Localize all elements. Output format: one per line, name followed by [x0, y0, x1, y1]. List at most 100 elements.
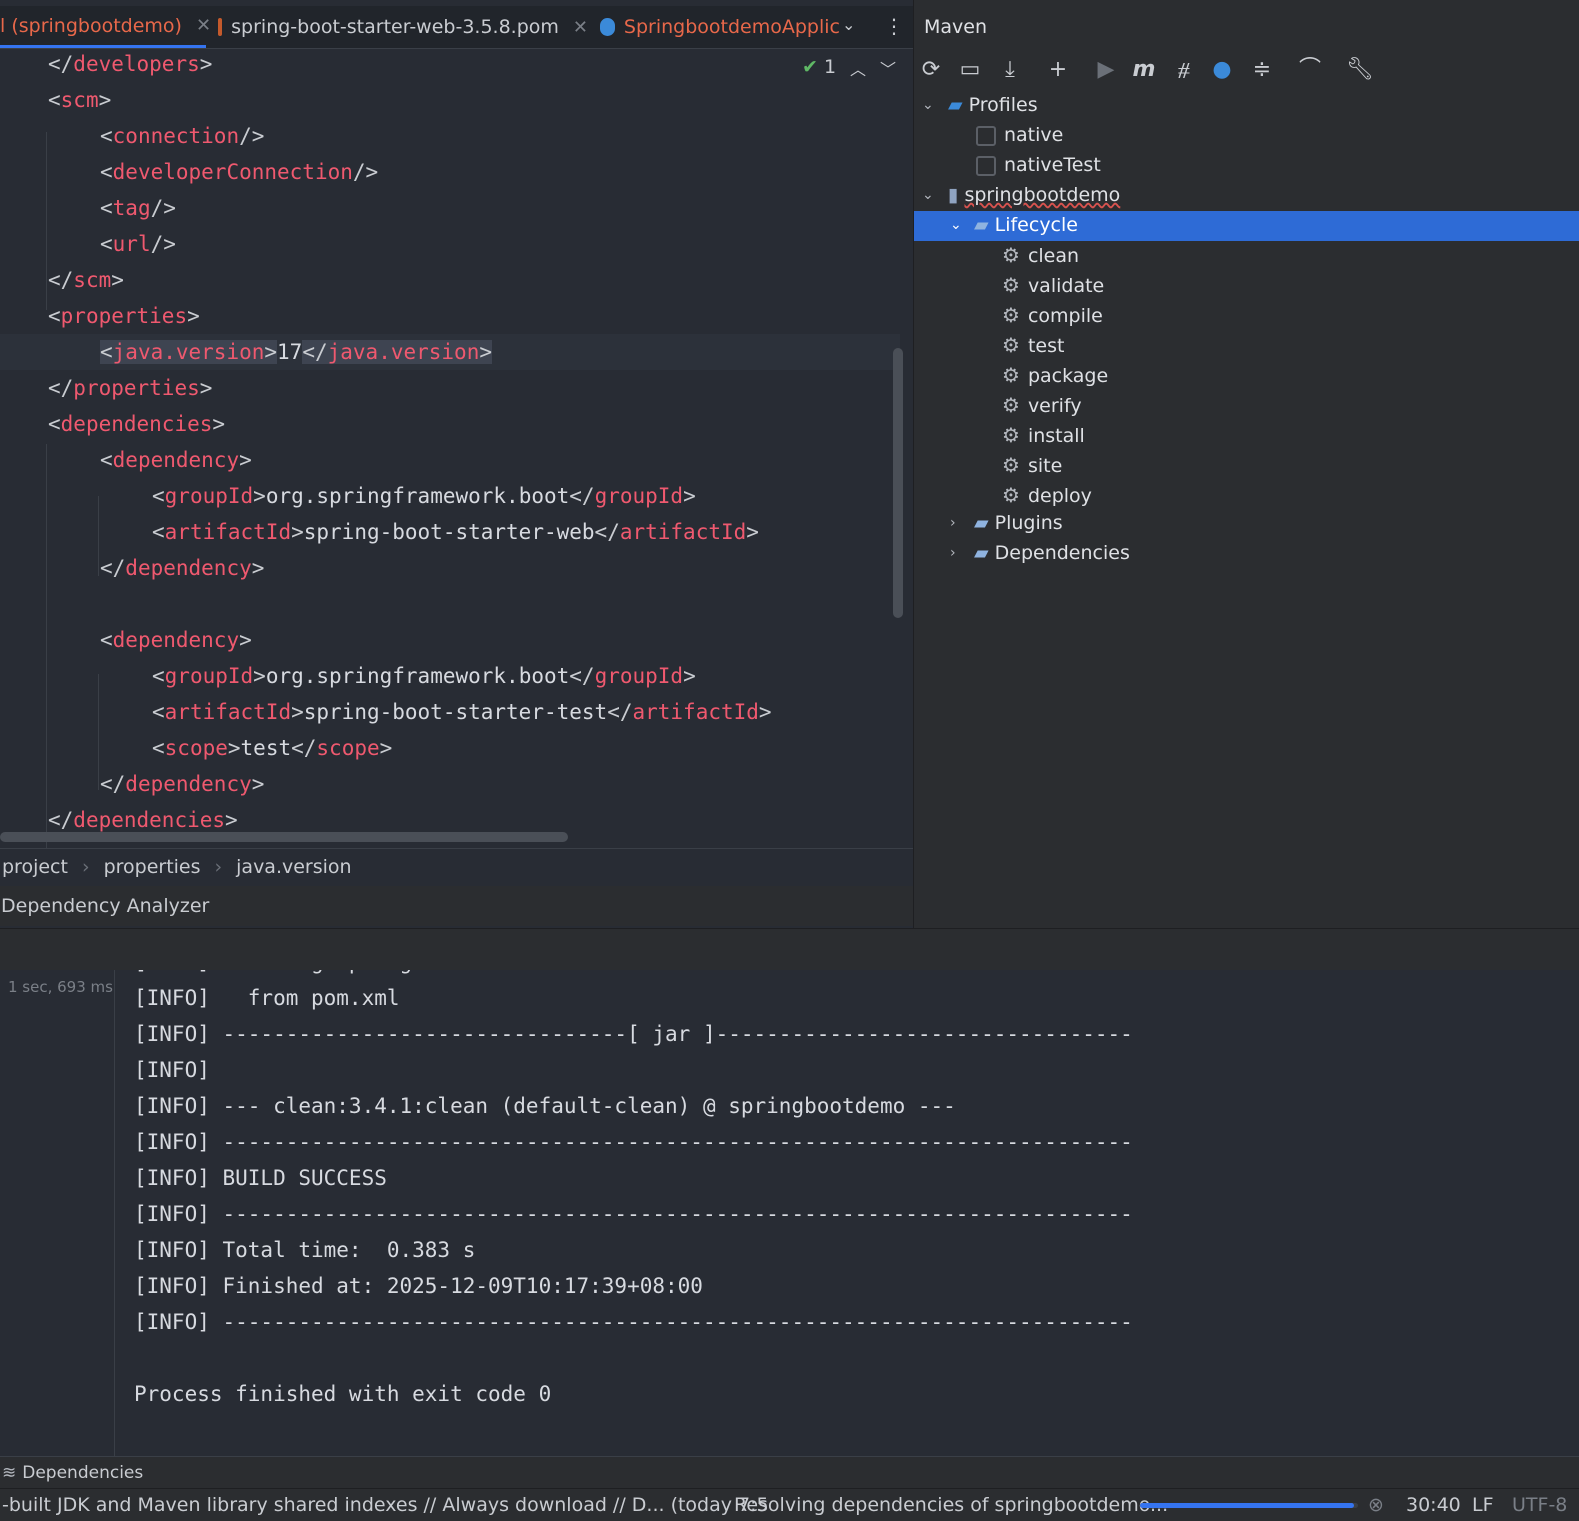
code-token: </: [302, 340, 328, 364]
tree-label: clean: [1027, 245, 1080, 267]
code-token: >: [212, 412, 226, 436]
code-line: <scope>test</scope>: [152, 730, 392, 766]
lifecycle-goal-install[interactable]: ⚙ install: [1002, 420, 1085, 450]
code-line: <url/>: [100, 226, 176, 262]
tab-starter-web-pom[interactable]: spring-boot-starter-web-3.5.8.pom ✕: [218, 6, 588, 48]
breadcrumb-java-version[interactable]: java.version: [236, 856, 351, 878]
code-token: org.springframework.boot: [265, 664, 570, 688]
lifecycle-goal-validate[interactable]: ⚙ validate: [1002, 270, 1104, 300]
background-task-label[interactable]: Resolving dependencies of springbootdemo…: [734, 1489, 1168, 1521]
indent-guide: [98, 674, 99, 790]
dependencies-tool-tab[interactable]: ≋ Dependencies: [0, 1456, 1579, 1489]
code-token: dependencies: [73, 808, 226, 832]
lightning-icon[interactable]: ●: [1208, 56, 1236, 84]
code-token: artifactId: [164, 700, 292, 724]
tab-label: SpringbootdemoApplic: [623, 16, 840, 38]
chevron-right-icon[interactable]: ›: [950, 515, 956, 531]
tree-label: site: [1027, 455, 1063, 477]
checkbox[interactable]: [976, 125, 996, 146]
gear-icon: ⚙: [1002, 483, 1020, 507]
download-icon[interactable]: ⤓: [996, 56, 1024, 84]
lifecycle-goal-verify[interactable]: ⚙ verify: [1002, 390, 1082, 420]
breadcrumb-project[interactable]: project: [2, 856, 68, 878]
collapse-icon[interactable]: ≑: [1248, 56, 1276, 84]
dependencies-tab-label: Dependencies: [22, 1463, 144, 1483]
status-notification[interactable]: -built JDK and Maven library shared inde…: [2, 1489, 769, 1521]
code-token: >: [253, 484, 266, 508]
code-token: >: [683, 664, 696, 688]
tree-label: nativeTest: [1004, 154, 1101, 176]
tree-node-plugins[interactable]: ▰ Plugins: [974, 508, 1063, 538]
code-token: scm: [60, 88, 99, 112]
toggle-offline-icon[interactable]: ⧣: [1170, 56, 1198, 84]
tab-application-class[interactable]: SpringbootdemoApplic: [600, 6, 840, 48]
tree-node-project[interactable]: ▮ springbootdemo: [948, 180, 1120, 210]
tree-node-dependencies[interactable]: ▰ Dependencies: [974, 538, 1130, 568]
vertical-scrollbar[interactable]: [893, 348, 903, 618]
profile-native[interactable]: native: [976, 120, 1063, 150]
code-token: >: [239, 448, 252, 472]
code-area[interactable]: </developers> <scm> <connection/> <develope…: [0, 48, 900, 854]
lifecycle-goal-clean[interactable]: ⚙ clean: [1002, 240, 1079, 270]
tree-label: Plugins: [994, 512, 1063, 534]
code-token: </: [594, 520, 620, 544]
code-line: <connection/>: [100, 118, 264, 154]
lifecycle-goal-deploy[interactable]: ⚙ deploy: [1002, 480, 1092, 510]
add-icon[interactable]: +: [1044, 56, 1072, 84]
code-token: <: [152, 664, 165, 688]
breadcrumb-separator: ›: [81, 856, 90, 878]
gear-icon: ⚙: [1002, 303, 1020, 327]
chevron-down-icon[interactable]: ⌄: [922, 187, 934, 203]
lifecycle-goal-package[interactable]: ⚙ package: [1002, 360, 1108, 390]
maven-title: Maven: [924, 16, 988, 38]
run-elapsed-time: 1 sec, 693 ms: [8, 978, 113, 996]
run-icon[interactable]: ▶: [1092, 56, 1120, 84]
maven-m-icon[interactable]: m: [1130, 56, 1158, 84]
tree-label: verify: [1027, 395, 1082, 417]
code-token: >: [239, 628, 252, 652]
run-console[interactable]: 1 sec, 693 ms [INFO] Building springboot…: [0, 970, 1579, 1456]
close-icon[interactable]: ✕: [196, 15, 211, 36]
chevron-down-icon[interactable]: ⌄: [842, 15, 855, 34]
cancel-task-icon[interactable]: ⊗: [1368, 1489, 1384, 1521]
console-line: [INFO] --------------------------------[…: [134, 1022, 1133, 1046]
chevron-down-icon[interactable]: ⌄: [950, 217, 962, 233]
caret-position[interactable]: 30:40: [1406, 1489, 1461, 1521]
lifecycle-goal-compile[interactable]: ⚙ compile: [1002, 300, 1103, 330]
chevron-down-icon[interactable]: ⌄: [922, 97, 934, 113]
previous-highlight-icon[interactable]: ︿: [850, 56, 866, 80]
code-token: >: [251, 556, 265, 580]
code-line: <dependency>: [100, 622, 252, 658]
tree-node-profiles[interactable]: ▰ Profiles: [948, 90, 1038, 120]
checkbox[interactable]: [976, 155, 996, 176]
file-encoding[interactable]: UTF-8: [1512, 1489, 1567, 1521]
dependency-analyzer-tab[interactable]: Dependency Analyzer: [0, 886, 913, 926]
maven-tool-window[interactable]: Maven ⟳ ▭ ⤓ + ▶ m ⧣ ● ≑ ⌒ 🔧︎ ⌄ ▰ Profiles…: [913, 0, 1579, 928]
status-bar: -built JDK and Maven library shared inde…: [0, 1488, 1579, 1521]
analyze-icon[interactable]: ⌒: [1296, 56, 1324, 84]
lifecycle-goal-site[interactable]: ⚙ site: [1002, 450, 1062, 480]
close-icon[interactable]: ✕: [573, 17, 588, 38]
more-options-icon[interactable]: ⋮: [884, 14, 904, 38]
code-token: scope: [164, 736, 228, 760]
lifecycle-goal-test[interactable]: ⚙ test: [1002, 330, 1064, 360]
breadcrumb-properties[interactable]: properties: [104, 856, 201, 878]
dependency-analyzer-label: Dependency Analyzer: [1, 895, 210, 917]
next-highlight-icon[interactable]: ﹀: [880, 56, 896, 80]
inspection-widget[interactable]: ✔ 1: [802, 56, 836, 78]
settings-wrench-icon[interactable]: 🔧︎: [1346, 56, 1374, 84]
line-ending[interactable]: LF: [1472, 1489, 1494, 1521]
reload-icon[interactable]: ⟳: [917, 56, 945, 84]
code-token: <: [100, 124, 113, 148]
gear-icon: ⚙: [1002, 333, 1020, 357]
profile-native-test[interactable]: nativeTest: [976, 150, 1101, 180]
code-token: </: [569, 664, 595, 688]
editor-pane[interactable]: l (springbootdemo) ✕ spring-boot-starter…: [0, 0, 913, 928]
chevron-right-icon[interactable]: ›: [950, 545, 956, 561]
tree-node-lifecycle[interactable]: ▰ Lifecycle: [974, 210, 1078, 240]
code-line: <java.version>17</java.version>: [100, 334, 492, 370]
generate-sources-icon[interactable]: ▭: [956, 56, 984, 84]
code-token: </: [48, 808, 74, 832]
tab-pom-xml[interactable]: l (springbootdemo) ✕: [0, 6, 211, 48]
horizontal-scrollbar[interactable]: [0, 832, 568, 842]
